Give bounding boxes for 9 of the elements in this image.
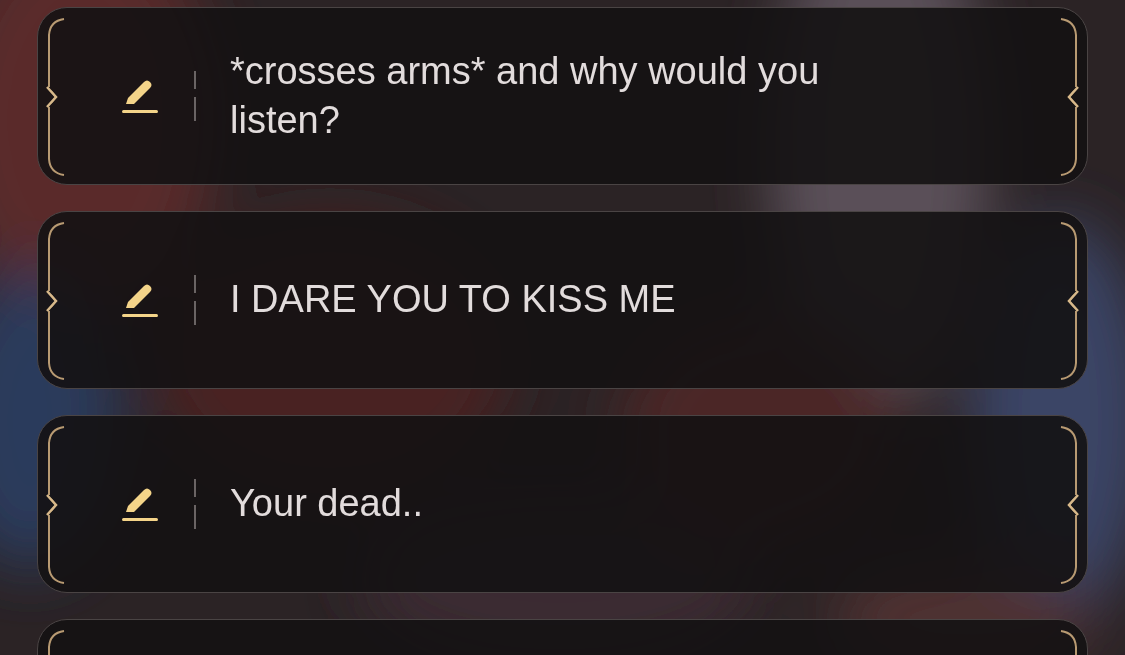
dialogue-option[interactable]: I DARE YOU TO KISS ME <box>37 211 1088 389</box>
option-text: *crosses arms* and why would you listen? <box>230 48 821 143</box>
dashed-divider <box>193 71 197 121</box>
dialogue-option[interactable]: *crosses arms* and why would you listen? <box>37 7 1088 185</box>
option-text: I DARE YOU TO KISS ME <box>230 277 676 323</box>
option-text: Your dead.. <box>230 481 423 527</box>
dialogue-option[interactable]: Your dead.. <box>37 415 1088 593</box>
dashed-divider <box>193 275 197 325</box>
dashed-divider <box>193 479 197 529</box>
